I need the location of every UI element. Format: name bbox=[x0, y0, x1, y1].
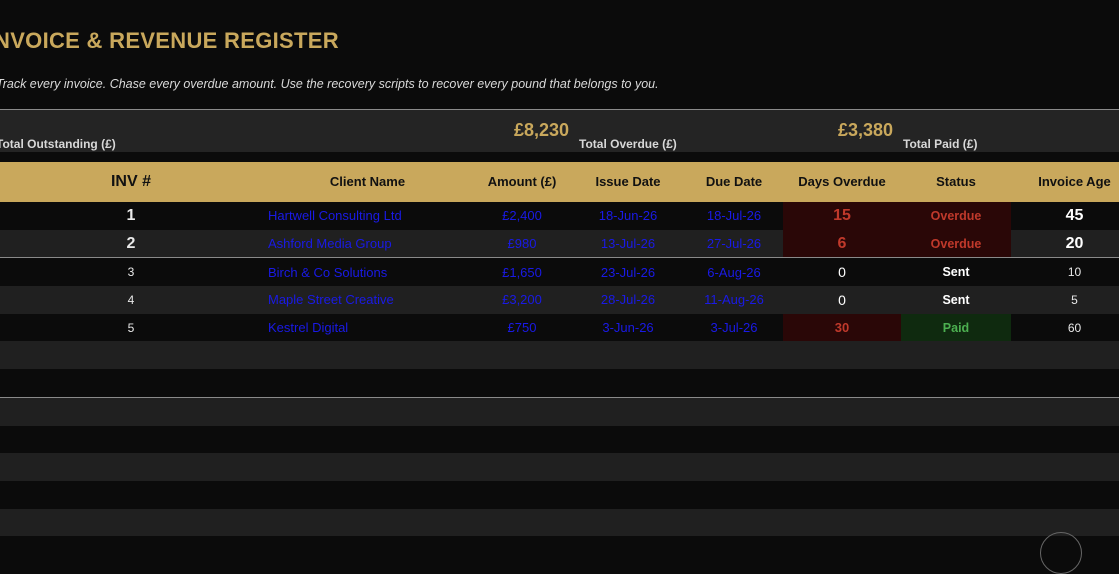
empty-row[interactable] bbox=[0, 480, 1119, 509]
status-badge[interactable]: Overdue bbox=[901, 229, 1011, 258]
col-header-days-overdue[interactable]: Days Overdue bbox=[783, 162, 901, 202]
amount[interactable]: £2,400 bbox=[473, 202, 571, 230]
days-overdue[interactable]: 30 bbox=[783, 313, 901, 342]
table-row[interactable]: 2 Ashford Media Group £980 13-Jul-26 27-… bbox=[0, 229, 1119, 258]
empty-row[interactable] bbox=[0, 397, 1119, 426]
table-header: INV # Client Name Amount (£) Issue Date … bbox=[0, 162, 1119, 202]
outstanding-value[interactable]: £8,230 bbox=[514, 120, 569, 141]
status-badge[interactable]: Sent bbox=[901, 286, 1011, 314]
table-row[interactable]: 1 Hartwell Consulting Ltd £2,400 18-Jun-… bbox=[0, 202, 1119, 230]
empty-row[interactable] bbox=[0, 369, 1119, 397]
status-badge[interactable]: Paid bbox=[901, 313, 1011, 342]
invoice-age[interactable]: 5 bbox=[1011, 286, 1119, 314]
amount[interactable]: £3,200 bbox=[473, 286, 571, 314]
due-date[interactable]: 18-Jul-26 bbox=[685, 202, 783, 230]
due-date[interactable]: 3-Jul-26 bbox=[685, 314, 783, 342]
client-name[interactable]: Ashford Media Group bbox=[262, 230, 473, 258]
status-badge[interactable]: Sent bbox=[901, 258, 1011, 286]
client-name[interactable]: Kestrel Digital bbox=[262, 314, 473, 342]
days-overdue[interactable]: 0 bbox=[783, 286, 901, 314]
col-header-invoice-age[interactable]: Invoice Age bbox=[1011, 162, 1119, 202]
outstanding-label: Total Outstanding (£) bbox=[0, 137, 116, 151]
invoice-age[interactable]: 20 bbox=[1011, 230, 1119, 258]
invoice-table-body: 1 Hartwell Consulting Ltd £2,400 18-Jun-… bbox=[0, 202, 1119, 537]
issue-date[interactable]: 13-Jul-26 bbox=[571, 230, 685, 258]
col-header-due-date[interactable]: Due Date bbox=[685, 162, 783, 202]
table-row[interactable]: 3 Birch & Co Solutions £1,650 23-Jul-26 … bbox=[0, 258, 1119, 287]
summary-bar: Total Outstanding (£) £8,230 Total Overd… bbox=[0, 110, 1119, 152]
amount[interactable]: £980 bbox=[473, 230, 571, 258]
overdue-value[interactable]: £3,380 bbox=[838, 120, 893, 141]
empty-row[interactable] bbox=[0, 508, 1119, 537]
client-name[interactable]: Maple Street Creative bbox=[262, 286, 473, 314]
inv-number[interactable]: 1 bbox=[0, 202, 262, 230]
invoice-age[interactable]: 10 bbox=[1011, 258, 1119, 286]
col-header-client[interactable]: Client Name bbox=[262, 162, 473, 202]
page-subtitle: Track every invoice. Chase every overdue… bbox=[0, 77, 659, 91]
inv-number[interactable]: 2 bbox=[0, 230, 262, 258]
empty-row[interactable] bbox=[0, 341, 1119, 370]
days-overdue[interactable]: 15 bbox=[783, 202, 901, 230]
due-date[interactable]: 11-Aug-26 bbox=[685, 286, 783, 314]
empty-row[interactable] bbox=[0, 425, 1119, 454]
inv-number[interactable]: 4 bbox=[0, 286, 262, 314]
col-header-inv[interactable]: INV # bbox=[0, 162, 262, 202]
floating-action-button[interactable] bbox=[1040, 532, 1082, 574]
amount[interactable]: £1,650 bbox=[473, 258, 571, 286]
client-name[interactable]: Hartwell Consulting Ltd bbox=[262, 202, 473, 230]
invoice-age[interactable]: 60 bbox=[1011, 314, 1119, 342]
due-date[interactable]: 27-Jul-26 bbox=[685, 230, 783, 258]
issue-date[interactable]: 28-Jul-26 bbox=[571, 286, 685, 314]
inv-number[interactable]: 3 bbox=[0, 258, 262, 286]
invoice-age[interactable]: 45 bbox=[1011, 202, 1119, 230]
amount[interactable]: £750 bbox=[473, 314, 571, 342]
due-date[interactable]: 6-Aug-26 bbox=[685, 258, 783, 286]
col-header-status[interactable]: Status bbox=[901, 162, 1011, 202]
days-overdue[interactable]: 0 bbox=[783, 258, 901, 286]
issue-date[interactable]: 18-Jun-26 bbox=[571, 202, 685, 230]
col-header-amount[interactable]: Amount (£) bbox=[473, 162, 571, 202]
empty-row[interactable] bbox=[0, 453, 1119, 481]
page-title: NVOICE & REVENUE REGISTER bbox=[0, 28, 339, 53]
issue-date[interactable]: 3-Jun-26 bbox=[571, 314, 685, 342]
table-row[interactable]: 5 Kestrel Digital £750 3-Jun-26 3-Jul-26… bbox=[0, 313, 1119, 342]
inv-number[interactable]: 5 bbox=[0, 314, 262, 342]
days-overdue[interactable]: 6 bbox=[783, 229, 901, 258]
table-row[interactable]: 4 Maple Street Creative £3,200 28-Jul-26… bbox=[0, 286, 1119, 314]
issue-date[interactable]: 23-Jul-26 bbox=[571, 258, 685, 286]
overdue-label: Total Overdue (£) bbox=[579, 137, 677, 151]
paid-label: Total Paid (£) bbox=[903, 137, 978, 151]
col-header-issue-date[interactable]: Issue Date bbox=[571, 162, 685, 202]
client-name[interactable]: Birch & Co Solutions bbox=[262, 258, 473, 286]
status-badge[interactable]: Overdue bbox=[901, 202, 1011, 230]
